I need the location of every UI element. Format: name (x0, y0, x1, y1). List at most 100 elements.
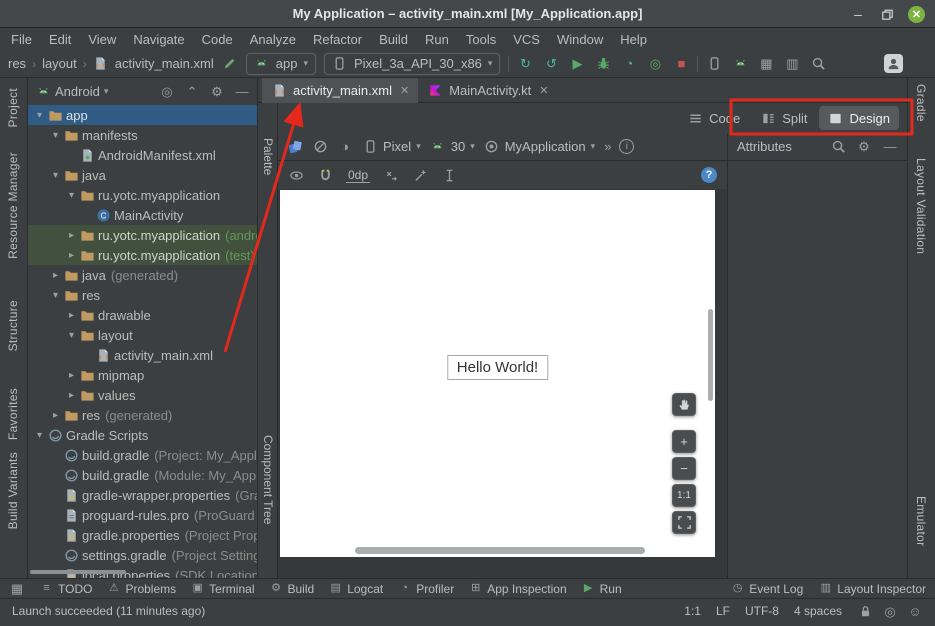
design-canvas[interactable]: Hello World! (280, 190, 715, 557)
menu-edit[interactable]: Edit (49, 32, 71, 47)
design-surface-icon[interactable] (287, 139, 303, 155)
toolwindow-run[interactable]: ▶Run (582, 582, 622, 596)
chevron-down-icon[interactable]: ▾ (48, 170, 63, 181)
toolwindow-todo[interactable]: ≡TODO (40, 582, 92, 596)
device-select[interactable]: Pixel_3a_API_30_x86 ▾ (324, 53, 500, 75)
stop-icon[interactable]: ■ (673, 56, 689, 72)
select-opened-file-icon[interactable]: ◎ (159, 84, 175, 100)
tree-item-res[interactable]: ▾res (28, 285, 257, 305)
toolwindow-profiler[interactable]: ◔Profiler (398, 582, 454, 596)
pan-button[interactable] (672, 393, 696, 416)
tree-item-gradle-wrapper-properties[interactable]: gradle-wrapper.properties(Gradle Version… (28, 485, 257, 505)
infer-constraints-icon[interactable] (412, 167, 428, 183)
theme-select[interactable]: MyApplication ▾ (484, 139, 595, 155)
menu-build[interactable]: Build (379, 32, 408, 47)
close-tab-icon[interactable]: ✕ (539, 84, 548, 97)
mode-design-button[interactable]: Design (819, 106, 899, 130)
issues-icon[interactable]: i (619, 139, 634, 154)
stripe-item-structure[interactable]: Structure (6, 300, 20, 351)
tree-item-ru-yotc-myapplication[interactable]: ▾ru.yotc.myapplication (28, 185, 257, 205)
mode-code-button[interactable]: Code (678, 106, 749, 130)
orientation-icon[interactable]: ◑ (337, 139, 353, 155)
chevron-down-icon[interactable]: ▾ (48, 290, 63, 301)
stripe-item-project[interactable]: Project (6, 88, 20, 127)
breadcrumb-item[interactable]: res (8, 56, 26, 71)
menu-file[interactable]: File (11, 32, 32, 47)
pan-select-icon[interactable] (441, 167, 457, 183)
tree-item-manifests[interactable]: ▾manifests (28, 125, 257, 145)
menu-view[interactable]: View (88, 32, 116, 47)
tree-item-java[interactable]: ▾java (28, 165, 257, 185)
tool-window-switcher-icon[interactable]: ▦ (9, 581, 25, 597)
tree-item-mipmap[interactable]: ▸mipmap (28, 365, 257, 385)
view-options-icon[interactable] (288, 167, 304, 183)
tree-item-gradle-scripts[interactable]: ▾Gradle Scripts (28, 425, 257, 445)
menu-vcs[interactable]: VCS (513, 32, 540, 47)
zoom-fit-button[interactable] (672, 511, 696, 534)
clear-constraints-icon[interactable] (383, 167, 399, 183)
toolwindow-logcat[interactable]: ▤Logcat (329, 582, 383, 596)
run-icon[interactable]: ▶ (569, 56, 585, 72)
menu-navigate[interactable]: Navigate (133, 32, 184, 47)
overflow-icon[interactable]: » (604, 139, 610, 154)
restore-button[interactable] (879, 6, 895, 22)
stripe-item-gradle[interactable]: Gradle (914, 84, 928, 122)
chevron-down-icon[interactable]: ▾ (48, 130, 63, 141)
zoom-in-button[interactable]: + (672, 430, 696, 453)
tree-item-ru-yotc-myapplication[interactable]: ▸ru.yotc.myapplication(test) (28, 245, 257, 265)
stripe-item-emulator[interactable]: Emulator (914, 496, 928, 546)
search-icon[interactable] (830, 139, 846, 155)
sdk-manager-icon[interactable]: ▦ (758, 56, 774, 72)
help-icon[interactable]: ? (701, 167, 717, 183)
menu-help[interactable]: Help (620, 32, 647, 47)
chevron-right-icon[interactable]: ▸ (64, 230, 79, 241)
project-horizontal-scrollbar[interactable] (30, 570, 126, 574)
tree-item-values[interactable]: ▸values (28, 385, 257, 405)
zoom-out-button[interactable]: − (672, 457, 696, 480)
canvas-vertical-scrollbar[interactable] (708, 309, 713, 401)
canvas-horizontal-scrollbar[interactable] (355, 547, 645, 554)
textview-hello-world[interactable]: Hello World! (447, 355, 548, 380)
toolwindow-app-inspection[interactable]: ⊞App Inspection (469, 582, 566, 596)
default-margin-button[interactable]: 0dp (346, 168, 370, 183)
tree-item-java[interactable]: ▸java(generated) (28, 265, 257, 285)
profiler-icon[interactable]: ◔ (621, 56, 637, 72)
search-everywhere-icon[interactable] (810, 56, 826, 72)
toolwindow-layout-inspector[interactable]: ▥Layout Inspector (819, 582, 926, 596)
device-manager-icon[interactable] (706, 56, 722, 72)
api-version-select[interactable]: 30 ▾ (430, 139, 475, 155)
tree-item-drawable[interactable]: ▸drawable (28, 305, 257, 325)
chevron-down-icon[interactable]: ▾ (32, 430, 47, 441)
toolwindow-problems[interactable]: ⚠Problems (107, 582, 176, 596)
stripe-item-layout-validation[interactable]: Layout Validation (914, 158, 928, 254)
layout-inspector-icon[interactable]: ▥ (784, 56, 800, 72)
blueprint-icon[interactable] (312, 139, 328, 155)
status-widget-utf-8[interactable]: UTF-8 (745, 604, 779, 618)
mood-icon[interactable]: ☺ (907, 603, 923, 619)
menu-code[interactable]: Code (202, 32, 233, 47)
user-avatar[interactable] (884, 54, 903, 73)
collapse-all-icon[interactable]: ⌃ (184, 84, 200, 100)
tree-item-settings-gradle[interactable]: settings.gradle(Project Settings) (28, 545, 257, 565)
tree-item-ru-yotc-myapplication[interactable]: ▸ru.yotc.myapplication(androidTest) (28, 225, 257, 245)
palette-tab[interactable]: Palette (261, 138, 275, 175)
apply-changes-icon[interactable]: ↻ (517, 56, 533, 72)
settings-icon[interactable]: ⚙ (856, 139, 872, 155)
zoom-actual-button[interactable]: 1:1 (672, 484, 696, 507)
chevron-down-icon[interactable]: ▾ (64, 190, 79, 201)
breadcrumb-item[interactable]: layout (42, 56, 77, 71)
chevron-right-icon[interactable]: ▸ (48, 270, 63, 281)
tree-item-layout[interactable]: ▾layout (28, 325, 257, 345)
notifications-icon[interactable]: ◎ (882, 603, 898, 619)
tree-item-app[interactable]: ▾app (28, 105, 257, 125)
tree-item-build-gradle[interactable]: build.gradle(Project: My_Application) (28, 445, 257, 465)
coverage-icon[interactable]: ◎ (647, 56, 663, 72)
tree-item-proguard-rules-pro[interactable]: proguard-rules.pro(ProGuard Rules for "a… (28, 505, 257, 525)
menu-analyze[interactable]: Analyze (250, 32, 296, 47)
settings-icon[interactable]: ⚙ (209, 84, 225, 100)
readonly-lock-icon[interactable] (857, 603, 873, 619)
close-button[interactable]: ✕ (908, 6, 925, 23)
menu-run[interactable]: Run (425, 32, 449, 47)
chevron-right-icon[interactable]: ▸ (64, 250, 79, 261)
component-tree-tab[interactable]: Component Tree (261, 435, 275, 524)
